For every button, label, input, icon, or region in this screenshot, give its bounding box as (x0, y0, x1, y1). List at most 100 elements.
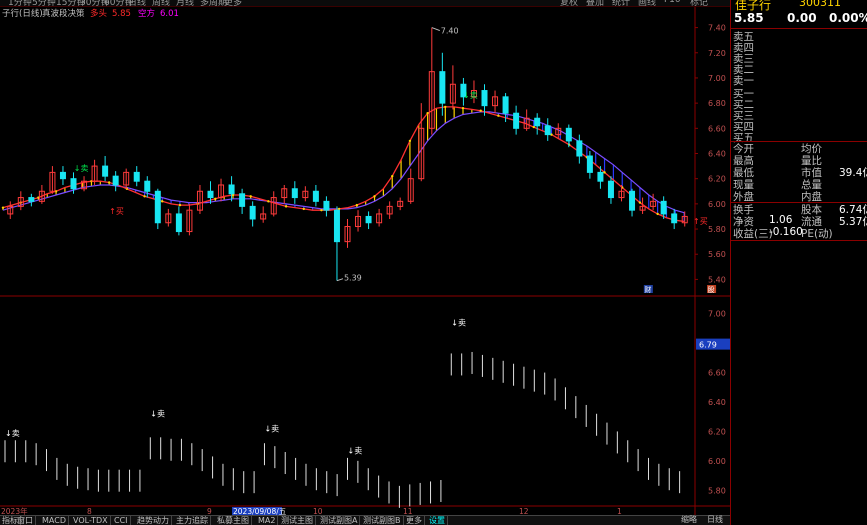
x-tick-label: 8 (87, 507, 92, 515)
tab-7[interactable]: 私募主图 (215, 516, 252, 525)
tab-12[interactable]: 更多 (404, 516, 425, 525)
period-button[interactable]: 日线 (707, 515, 723, 525)
tab-6[interactable]: 主力追踪 (174, 516, 211, 525)
y-tick-label: 7.00 (708, 74, 726, 83)
candle-body (59, 171, 66, 180)
trend-dot (391, 174, 394, 178)
tab-2[interactable]: MACD (40, 516, 69, 525)
event-marker-label[interactable]: 股 (708, 286, 715, 294)
stat-row: 现量 总量 (731, 177, 867, 191)
tab-3[interactable]: VOL-TDX (71, 516, 111, 525)
trend-dot (107, 181, 111, 184)
short-value: 6.01 (160, 9, 179, 19)
y-tick-label: 6.00 (708, 457, 726, 466)
tab-4[interactable]: CCI (112, 516, 131, 525)
order-book: 卖五 卖四 卖三 卖二 卖一 买一 买二 买三 买四 买五 (731, 29, 867, 144)
trend-dot (497, 114, 500, 117)
y-tick-label: 6.20 (708, 175, 726, 184)
candle-body (660, 200, 667, 215)
low-label: 5.39 (344, 274, 362, 283)
quote-panel: 佳子行 300311 5.85 0.00 0.00% 卖五 卖四 卖三 卖二 卖一 买一买… (730, 0, 867, 525)
stock-code: 300311 (799, 0, 841, 9)
tab-1[interactable]: 窗口 (15, 516, 36, 525)
menu-item-12[interactable]: 统计 (612, 0, 630, 6)
divider (731, 240, 867, 241)
tab-5[interactable]: 趋势动力 (135, 516, 172, 525)
sell-level-5: 卖五 (731, 29, 867, 43)
menu-item-1[interactable]: 5分钟 (32, 0, 56, 6)
trend-dot (426, 112, 429, 115)
tab-13[interactable]: 设置 (427, 516, 448, 525)
tab-8[interactable]: MA2 (256, 516, 279, 525)
x-tick-label: 1 (617, 507, 622, 515)
tab-10[interactable]: 测试副图A (318, 516, 361, 525)
menu-item-6[interactable]: 周线 (152, 0, 170, 6)
trend-dot (638, 201, 642, 204)
indicator-signal: ↓卖 (150, 410, 165, 419)
buy-level-1: 买一 (731, 86, 867, 100)
menu-item-9[interactable]: 更多 (224, 0, 242, 6)
menu-item-11[interactable]: 叠加 (586, 0, 604, 6)
low-pointer (336, 278, 344, 282)
menu-item-13[interactable]: 画线 (638, 0, 656, 6)
kline-chart[interactable]: 子行(日线) 真波段决策 多头 5.85 空方 6.01 7.40 7.20 7.00 6.80 6… (0, 7, 730, 515)
candle-body (28, 197, 35, 202)
indicator-signal: ↓卖 (348, 447, 363, 456)
candle-body (565, 127, 572, 142)
short-label: 空方 (138, 8, 155, 19)
chart-area[interactable]: 子行(日线) 真波段决策 多头 5.85 空方 6.01 7.40 7.20 7.00 6.80 6… (0, 7, 730, 515)
last-price: 5.85 (734, 11, 764, 25)
zoom-button[interactable]: 缩略 (681, 515, 697, 525)
tab-11[interactable]: 测试副图B (361, 516, 404, 525)
buy-level-4: 买四 (731, 119, 867, 133)
sell-level-2: 卖二 (731, 62, 867, 76)
indicator-signal: ↓卖 (451, 318, 466, 327)
menu-item-5[interactable]: 日线 (128, 0, 146, 6)
trend-dot (479, 109, 482, 112)
candle-body (629, 190, 636, 211)
event-marker-label[interactable]: 财 (644, 285, 651, 294)
sell-level-4: 卖四 (731, 40, 867, 54)
candle-body (333, 209, 340, 243)
stat-label: 收益(三) (733, 228, 773, 240)
price-change: 0.00 (787, 11, 817, 25)
stat-row: 换手股本6.74亿 (731, 202, 867, 216)
candle-body (154, 190, 161, 224)
signal-label: ↓卖 (74, 164, 89, 173)
stat-label: PE(动) (801, 228, 833, 240)
trend-dot (656, 212, 659, 216)
menu-item-14[interactable]: F10 (664, 0, 681, 5)
tab-9[interactable]: 测试主图 (279, 516, 316, 525)
menu-item-7[interactable]: 月线 (176, 0, 194, 6)
menu-item-0[interactable]: 1分钟 (8, 0, 32, 6)
indicator-signal: ↓卖 (264, 424, 279, 433)
bottom-right-controls: 缩略 日线 (679, 515, 867, 525)
trend-dot (143, 195, 146, 198)
trend-dot (461, 106, 465, 110)
y-tick-label: 6.20 (708, 427, 726, 436)
menu-item-10[interactable]: 复权 (560, 0, 578, 6)
candle-body (112, 175, 119, 186)
long-label: 多头 (90, 8, 108, 19)
candle-body (291, 188, 298, 199)
trend-dot (214, 197, 217, 201)
candle-body (144, 180, 151, 192)
y-tick-label: 6.40 (708, 150, 726, 159)
candle-body (175, 213, 182, 233)
menu-item-8[interactable]: 多周期 (200, 0, 227, 6)
candle-body (597, 171, 604, 182)
trend-dot (355, 203, 359, 207)
y-tick-label: 5.40 (708, 275, 726, 284)
y-tick-label: 5.80 (708, 486, 726, 495)
chart-title: 子行(日线) (2, 8, 43, 19)
buy-level-5: 买五 (731, 130, 867, 144)
high-pointer (431, 27, 440, 32)
stats-block: 今开均价最高量比最低市值39.4亿现量总量外盘内盘 (731, 141, 867, 203)
candle-body (365, 215, 372, 224)
stat-row: 今开 均价 (731, 141, 867, 155)
x-tick-label: 11 (403, 507, 413, 515)
menu-item-15[interactable]: 标记 (690, 0, 708, 6)
stats-block-2: 换手股本6.74亿净资1.06流通5.37亿收益(三)-0.160PE(动) (731, 202, 867, 240)
y-tick-label: 7.20 (708, 49, 726, 58)
stat-row: 最高 量比 (731, 153, 867, 167)
